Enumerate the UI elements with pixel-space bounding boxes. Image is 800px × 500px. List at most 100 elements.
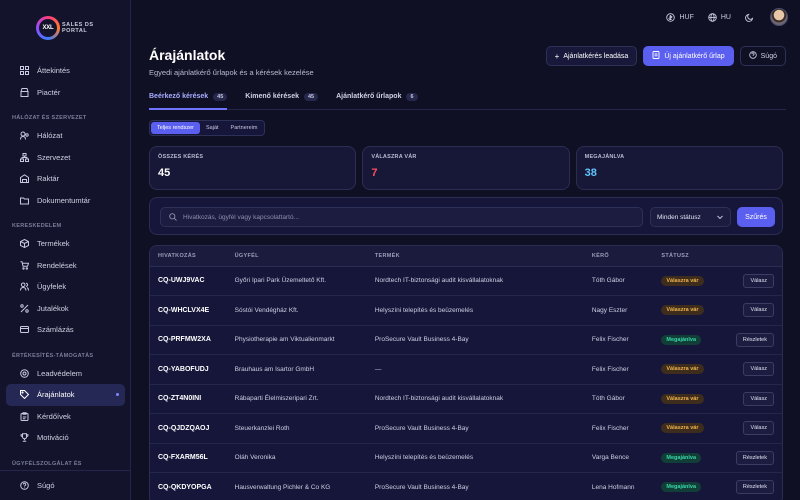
submit-quote-request-button[interactable]: + Ajánlatkérés leadása xyxy=(545,46,638,66)
sidebar-item-kerdoivek[interactable]: Kérdőívek xyxy=(6,406,125,428)
client-cell: Brauhaus am Isartor GmbH xyxy=(226,354,367,385)
table-row[interactable]: CQ-QKDYOPGA Hausverwaltung Pichler & Co K… xyxy=(150,472,782,500)
action-cell: Válasz xyxy=(727,413,782,444)
sidebar: XXL SALES DS PORTAL Áttekintés Piactér H… xyxy=(0,0,131,500)
filter-button[interactable]: Szűrés xyxy=(737,207,775,227)
clipboard-icon xyxy=(19,411,29,421)
product-cell: Nordtech IT-biztonsági audit kisvállalat… xyxy=(366,266,584,296)
page-title: Árajánlatok xyxy=(149,47,226,63)
table-row[interactable]: CQ-YABOFUDJ Brauhaus am Isartor GmbH — Feli… xyxy=(150,354,782,385)
sidebar-item-dokumentumtar[interactable]: Dokumentumtár xyxy=(6,190,125,212)
sidebar-item-attekintes[interactable]: Áttekintés xyxy=(6,60,125,82)
sidebar-item-label: Piactér xyxy=(37,87,61,97)
requester-cell: Felix Fischer xyxy=(583,354,654,385)
status-cell: Válaszra vár xyxy=(653,295,728,326)
tab-outgoing-requests[interactable]: Kimenő kérések 45 xyxy=(245,90,319,109)
sidebar-item-motivacio[interactable]: Motiváció xyxy=(6,427,125,449)
tab-label: Ajánlatkérő űrlapok xyxy=(336,93,402,100)
stat-card-awaiting: VÁLASZRA VÁR 7 xyxy=(362,146,570,190)
stat-label: MEGAJÁNLVA xyxy=(584,154,625,160)
sidebar-item-label: Termékek xyxy=(37,239,70,249)
column-header: TERMÉK xyxy=(366,246,584,267)
table-row[interactable]: CQ-WHCLVX4E Sóstói Vendégház Kft. Helyszín… xyxy=(150,295,782,326)
tab-count-badge: 45 xyxy=(213,93,228,101)
reply-button[interactable]: Válasz xyxy=(743,421,774,436)
button-label: Új ajánlatkérő űrlap xyxy=(664,52,725,60)
client-cell: Hausverwaltung Pichler & Co KG xyxy=(226,472,367,500)
sidebar-item-szervezet[interactable]: Szervezet xyxy=(6,147,125,169)
table-row[interactable]: CQ-FXARM56L Oláh Veronika Helyszíni telepí… xyxy=(150,443,782,473)
sidebar-item-label: Árajánlatok xyxy=(37,390,75,400)
status-badge: Válaszra vár xyxy=(661,305,704,316)
sidebar-item-rendelesek[interactable]: Rendelések xyxy=(6,255,125,277)
status-cell: Válaszra vár xyxy=(653,266,728,296)
sidebar-item-termekek[interactable]: Termékek xyxy=(6,233,125,255)
column-header: STÁTUSZ xyxy=(653,246,728,267)
details-button[interactable]: Részletek xyxy=(735,332,774,347)
currency-selector[interactable]: HUF xyxy=(666,12,694,22)
status-badge: Válaszra vár xyxy=(661,423,704,434)
percent-icon xyxy=(19,303,29,313)
details-button[interactable]: Részletek xyxy=(735,480,774,495)
stat-card-offered: MEGAJÁNLVA 38 xyxy=(575,146,783,190)
status-cell: Válaszra vár xyxy=(653,354,728,385)
sidebar-item-label: Motiváció xyxy=(37,433,69,443)
sidebar-item-leadvedelem[interactable]: Leadvédelem xyxy=(6,363,125,385)
scope-own[interactable]: Saját xyxy=(200,122,225,134)
sidebar-item-arajanlatok[interactable]: Árajánlatok xyxy=(6,384,125,406)
language-selector[interactable]: HU xyxy=(708,12,731,22)
sidebar-item-label: Hálózat xyxy=(37,131,63,141)
sidebar-item-ugyfelek[interactable]: Ügyfelek xyxy=(6,276,125,298)
scope-whole-system[interactable]: Teljes rendszer xyxy=(151,122,200,134)
client-cell: Oláh Veronika xyxy=(226,443,367,473)
button-label: Súgó xyxy=(760,52,777,60)
reply-button[interactable]: Válasz xyxy=(743,362,774,377)
sidebar-item-raktar[interactable]: Raktár xyxy=(6,168,125,190)
store-icon xyxy=(19,87,29,97)
sidebar-item-sugo[interactable]: Súgó xyxy=(6,475,125,497)
chevron-down-icon xyxy=(717,215,723,220)
search-placeholder: Hivatkozás, ügyfél vagy kapcsolattartó..… xyxy=(183,213,299,221)
currency-label: HUF xyxy=(679,13,694,21)
scope-partners[interactable]: Partnereim xyxy=(225,122,264,134)
folder-icon xyxy=(19,195,29,205)
tab-count-badge: 45 xyxy=(303,93,319,101)
reply-button[interactable]: Válasz xyxy=(743,303,774,318)
requester-cell: Tóth Gábor xyxy=(583,266,654,296)
reply-button[interactable]: Válasz xyxy=(743,391,774,406)
tab-count-badge: 6 xyxy=(406,93,418,101)
action-cell: Válasz xyxy=(727,354,782,385)
tab-label: Kimenő kérések xyxy=(245,93,299,100)
sidebar-nav: Áttekintés Piactér HÁLÓZAT ÉS SZERVEZET … xyxy=(0,60,130,471)
requester-cell: Varga Bence xyxy=(583,443,654,473)
table-row[interactable]: CQ-UWJ9VAC Győri Ipari Park Üzemeltető Kf… xyxy=(150,266,782,296)
sidebar-item-szamlazas[interactable]: Számlázás xyxy=(6,319,125,341)
tab-incoming-requests[interactable]: Beérkező kérések 45 xyxy=(149,90,228,110)
search-input[interactable]: Hivatkozás, ügyfél vagy kapcsolattartó..… xyxy=(160,207,643,227)
help-icon xyxy=(748,51,757,61)
new-quote-form-button[interactable]: Új ajánlatkérő űrlap xyxy=(643,46,734,66)
status-cell: Megajánlva xyxy=(653,443,728,473)
sidebar-item-label: Jutalékok xyxy=(37,303,69,313)
status-filter-select[interactable]: Minden státusz xyxy=(650,207,731,227)
sidebar-item-jutalekok[interactable]: Jutalékok xyxy=(6,298,125,320)
user-avatar[interactable] xyxy=(770,8,788,26)
app-logo[interactable]: XXL SALES DS PORTAL xyxy=(36,16,94,40)
details-button[interactable]: Részletek xyxy=(735,450,774,465)
status-cell: Válaszra vár xyxy=(653,413,728,444)
theme-toggle-button[interactable] xyxy=(745,13,758,22)
org-icon xyxy=(19,152,29,162)
status-cell: Válaszra vár xyxy=(653,384,728,414)
tab-quote-forms[interactable]: Ajánlatkérő űrlapok 6 xyxy=(336,90,418,109)
table-row[interactable]: CQ-ZT4N0INI Rábaparti Élelmiszeripari Zrt… xyxy=(150,384,782,414)
status-badge: Megajánlva xyxy=(661,482,702,493)
table-row[interactable]: CQ-PRFMW2XA Physiotherapie am Viktualienm… xyxy=(150,325,782,355)
table-row[interactable]: CQ-QJDZQAOJ Steuerkanzlei Roth ProSecure V… xyxy=(150,413,782,444)
product-cell: Helyszíni telepítés és beüzemelés xyxy=(366,443,584,473)
sidebar-item-piacter[interactable]: Piactér xyxy=(6,82,125,104)
active-indicator-dot xyxy=(116,393,119,396)
sidebar-item-halozat[interactable]: Hálózat xyxy=(6,125,125,147)
reply-button[interactable]: Válasz xyxy=(743,273,774,288)
help-button[interactable]: Súgó xyxy=(739,46,786,66)
stat-value: 7 xyxy=(371,167,378,179)
